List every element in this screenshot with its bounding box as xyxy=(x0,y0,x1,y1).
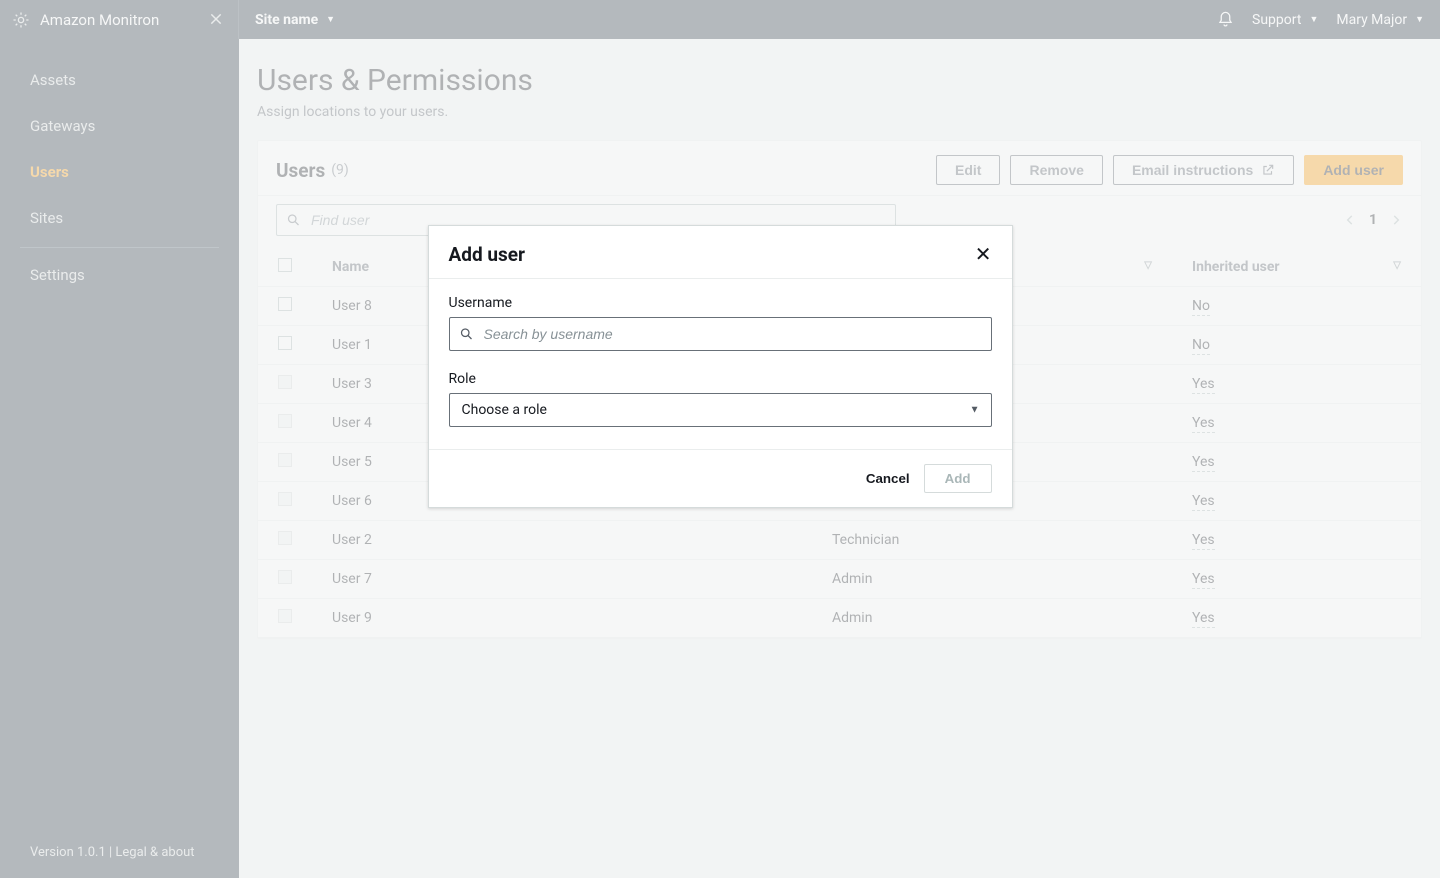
modal-footer: Cancel Add xyxy=(429,449,1012,507)
role-select-wrap: Choose a role ▼ xyxy=(449,393,992,427)
close-icon: ✕ xyxy=(975,242,992,266)
username-input[interactable] xyxy=(449,317,992,351)
cancel-button[interactable]: Cancel xyxy=(866,464,910,493)
username-label: Username xyxy=(449,295,992,311)
modal-overlay: Add user ✕ Username Role Choose a role ▼… xyxy=(0,0,1440,878)
search-icon xyxy=(459,327,474,342)
username-field-wrap xyxy=(449,317,992,351)
role-select[interactable]: Choose a role xyxy=(449,393,992,427)
modal-body: Username Role Choose a role ▼ xyxy=(429,279,1012,449)
add-button[interactable]: Add xyxy=(924,464,992,493)
role-label: Role xyxy=(449,371,992,387)
add-user-modal: Add user ✕ Username Role Choose a role ▼… xyxy=(428,225,1013,508)
modal-header: Add user ✕ xyxy=(429,226,1012,279)
modal-close-button[interactable]: ✕ xyxy=(975,242,992,266)
modal-title: Add user xyxy=(449,243,526,266)
